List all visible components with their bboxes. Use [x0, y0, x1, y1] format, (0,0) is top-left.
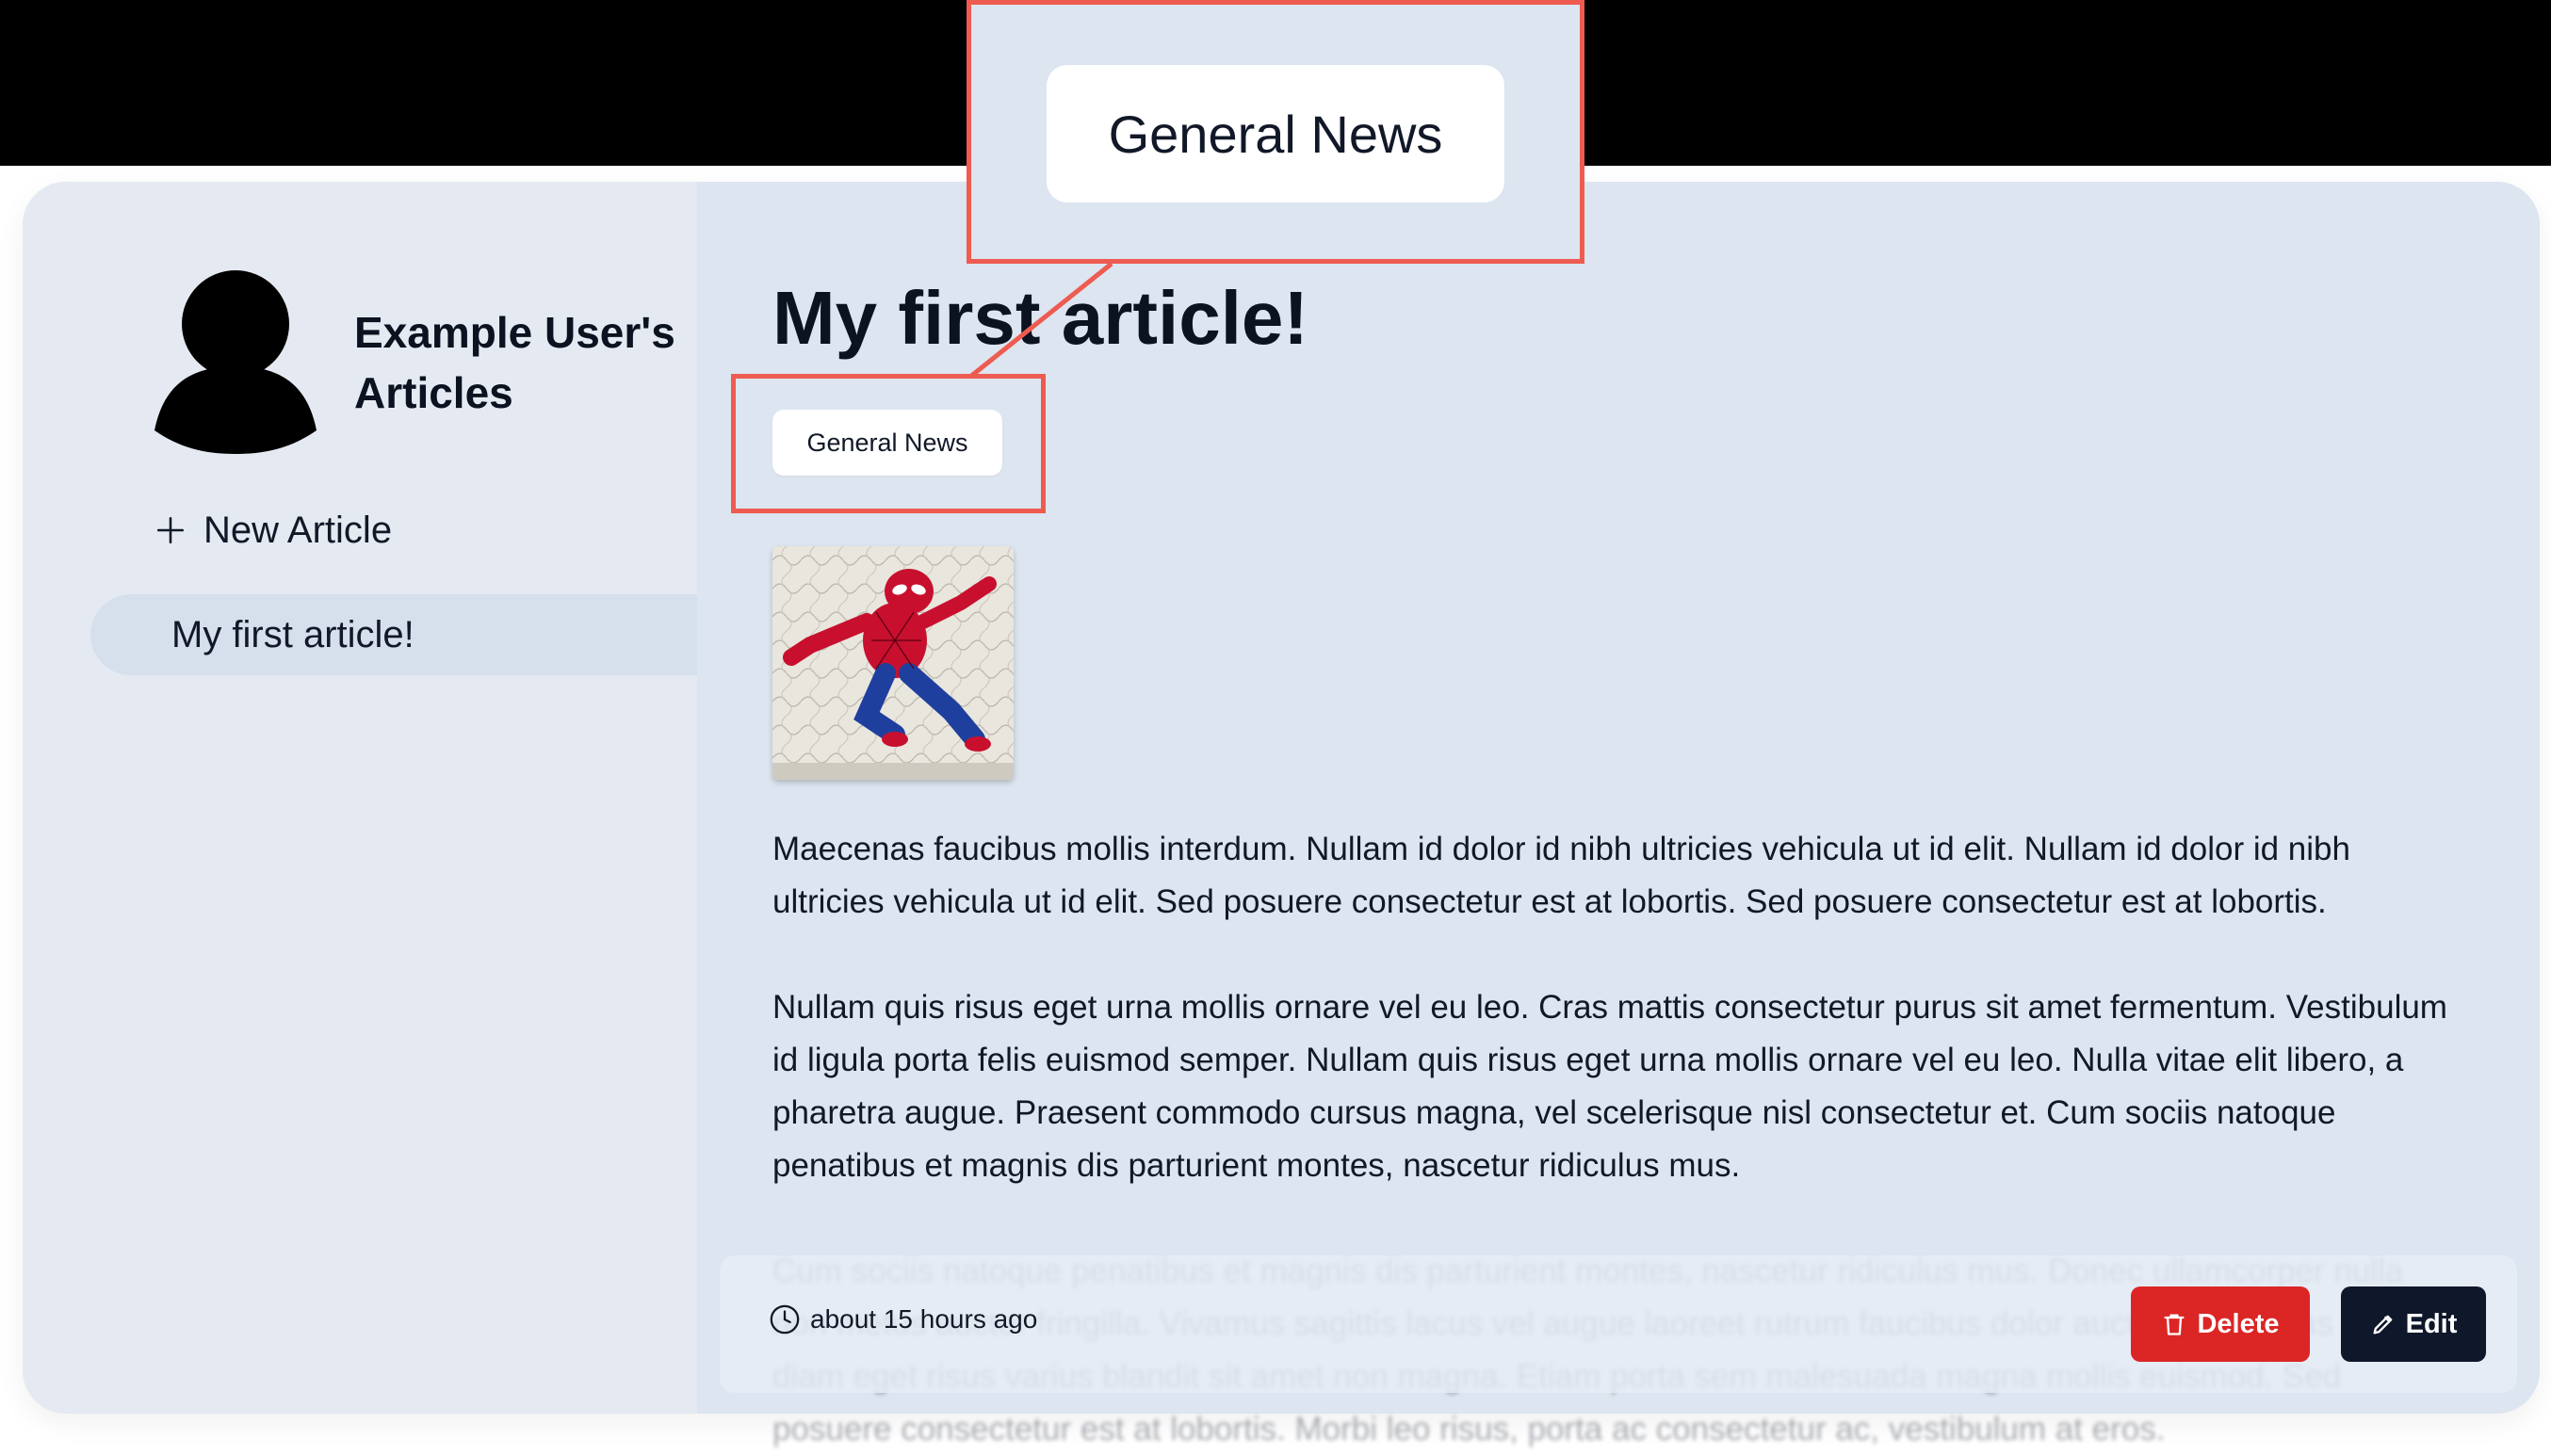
- clock-icon: [770, 1304, 800, 1335]
- delete-label: Delete: [2197, 1308, 2280, 1339]
- article-paragraph-2: Nullam quis risus eget urna mollis ornar…: [772, 989, 2447, 1184]
- pencil-icon: [2373, 1315, 2392, 1335]
- sidebar-title: Example User's Articles: [354, 308, 675, 417]
- trash-icon: [2164, 1314, 2185, 1335]
- user-avatar-icon: [154, 270, 317, 454]
- plus-icon: [156, 516, 185, 544]
- new-article-button[interactable]: New Article: [154, 502, 392, 558]
- edit-button[interactable]: Edit: [2341, 1286, 2486, 1362]
- callout-tag: General News: [1047, 65, 1504, 202]
- delete-button[interactable]: Delete: [2131, 1286, 2310, 1362]
- article-panel: [697, 182, 2540, 1414]
- article-image: [772, 546, 1014, 780]
- article-paragraph-1: Maecenas faucibus mollis interdum. Nulla…: [772, 831, 2350, 920]
- sidebar: Example User's Articles New Article My f…: [23, 182, 769, 1414]
- spiderman-image: [772, 546, 1014, 780]
- sidebar-article-item[interactable]: My first article!: [90, 594, 769, 675]
- timestamp-label: about 15 hours ago: [810, 1304, 1038, 1334]
- callout-zoom-box: General News: [967, 0, 1584, 264]
- callout-highlight: [731, 374, 1046, 513]
- edit-label: Edit: [2405, 1308, 2458, 1339]
- sidebar-article-label: My first article!: [171, 613, 414, 655]
- article-timestamp: about 15 hours ago: [769, 1303, 1037, 1335]
- articles-card: Example User's Articles New Article My f…: [23, 182, 2540, 1414]
- article-title: My first article!: [772, 276, 1309, 360]
- new-article-label: New Article: [203, 509, 393, 551]
